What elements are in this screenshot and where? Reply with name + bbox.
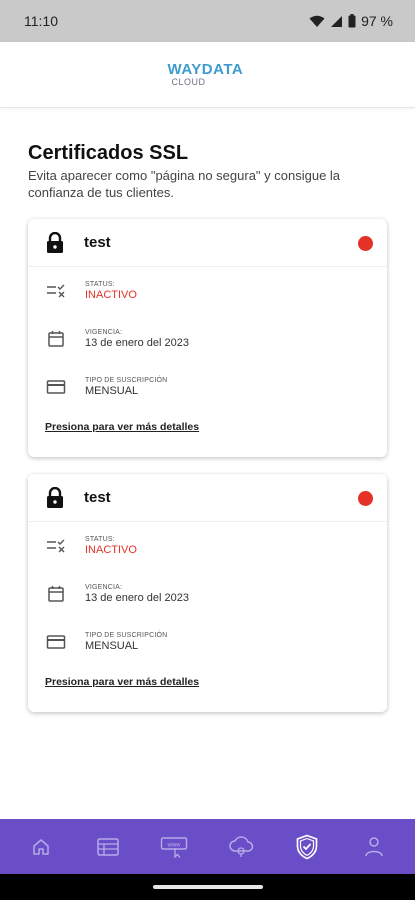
app-header: WAYDATA CLOUD <box>0 42 415 108</box>
nav-home[interactable] <box>21 827 61 867</box>
system-gesture-area <box>0 874 415 900</box>
subscription-row: TIPO DE SUSCRIPCIÓN MENSUAL <box>28 618 387 666</box>
certificate-card[interactable]: test STATUS: INACTIVO VIGENCIA: 13 de en… <box>28 219 387 457</box>
ssl-shield-icon <box>296 834 318 859</box>
vigencia-row: VIGENCIA: 13 de enero del 2023 <box>28 315 387 363</box>
calendar-icon <box>46 584 66 604</box>
nav-domain[interactable]: www <box>154 827 194 867</box>
logo-main-text: WAYDATA <box>167 60 244 78</box>
logo-sub-text: CLOUD <box>171 76 206 87</box>
signal-icon <box>331 15 343 27</box>
nav-ssl[interactable] <box>287 827 327 867</box>
vigencia-value: 13 de enero del 2023 <box>85 337 189 349</box>
cloud-icon <box>229 835 253 857</box>
status-label: STATUS: <box>85 536 115 543</box>
vigencia-label: VIGENCIA: <box>85 329 123 336</box>
lock-icon <box>47 231 63 253</box>
details-link[interactable]: Presiona para ver más detalles <box>45 676 387 688</box>
status-indicator-dot <box>358 236 373 251</box>
vigencia-label: VIGENCIA: <box>85 584 123 591</box>
lock-icon <box>47 486 63 508</box>
subscription-value: MENSUAL <box>85 385 139 397</box>
domain-icon: www <box>161 836 188 858</box>
status-value: INACTIVO <box>85 289 137 301</box>
certificate-name: test <box>84 489 111 506</box>
status-value: INACTIVO <box>85 544 137 556</box>
nav-hosting[interactable] <box>88 827 128 867</box>
svg-text:www: www <box>167 842 182 848</box>
waydata-logo: WAYDATA CLOUD <box>167 60 248 88</box>
subscription-label: TIPO DE SUSCRIPCIÓN <box>85 632 168 639</box>
wifi-icon <box>309 15 325 27</box>
user-icon <box>365 836 383 856</box>
credit-card-icon <box>46 632 66 652</box>
details-link[interactable]: Presiona para ver más detalles <box>45 421 387 433</box>
status-list-icon <box>46 281 66 301</box>
credit-card-icon <box>46 377 66 397</box>
certificate-card-header: test <box>28 474 387 522</box>
certificate-card-header: test <box>28 219 387 267</box>
subscription-label: TIPO DE SUSCRIPCIÓN <box>85 377 168 384</box>
hosting-icon <box>97 837 119 856</box>
status-bar: 11:10 97 % <box>0 0 415 42</box>
status-row: STATUS: INACTIVO <box>28 267 387 315</box>
status-time: 11:10 <box>24 13 58 29</box>
certificate-card[interactable]: test STATUS: INACTIVO VIGENCIA: 13 de en… <box>28 474 387 712</box>
certificate-name: test <box>84 234 111 251</box>
page-subtitle: Evita aparecer como "página no segura" y… <box>28 168 341 200</box>
status-label: STATUS: <box>85 281 115 288</box>
battery-percent: 97 % <box>361 13 393 29</box>
gesture-handle[interactable] <box>153 885 263 889</box>
status-icons: 97 % <box>309 13 393 29</box>
page-title: Certificados SSL <box>28 142 189 164</box>
calendar-icon <box>46 329 66 349</box>
status-list-icon <box>46 536 66 556</box>
main-content: Certificados SSL Evita aparecer como "pá… <box>0 108 415 712</box>
home-icon <box>33 838 49 855</box>
subscription-value: MENSUAL <box>85 640 139 652</box>
vigencia-row: VIGENCIA: 13 de enero del 2023 <box>28 570 387 618</box>
bottom-navigation: www <box>0 819 415 874</box>
battery-icon <box>348 14 356 28</box>
vigencia-value: 13 de enero del 2023 <box>85 592 189 604</box>
nav-cloud[interactable] <box>221 827 261 867</box>
status-row: STATUS: INACTIVO <box>28 522 387 570</box>
status-indicator-dot <box>358 491 373 506</box>
subscription-row: TIPO DE SUSCRIPCIÓN MENSUAL <box>28 363 387 411</box>
nav-profile[interactable] <box>354 827 394 867</box>
